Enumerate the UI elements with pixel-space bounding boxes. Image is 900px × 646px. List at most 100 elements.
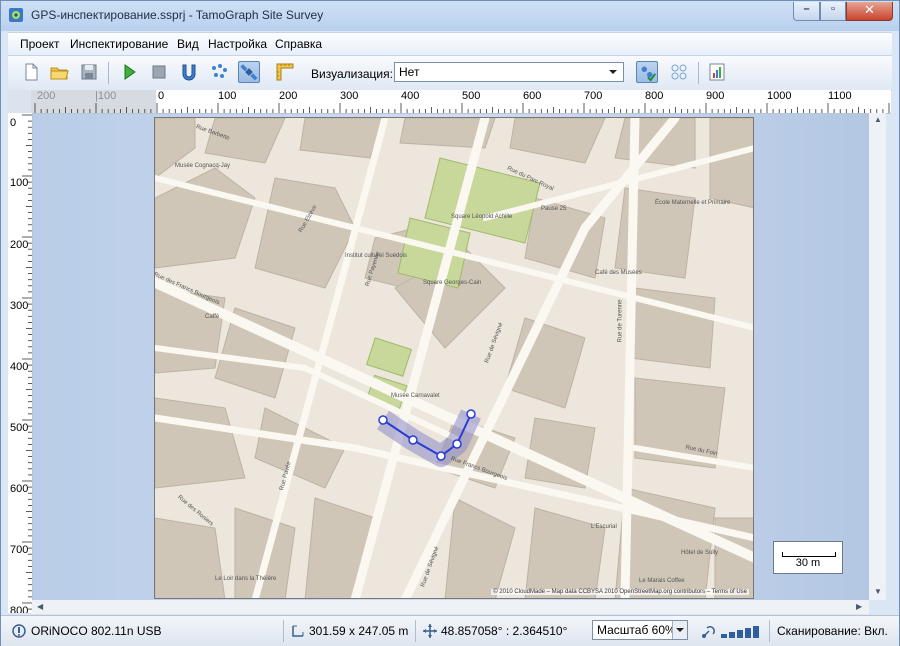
menu-project[interactable]: Проект [20, 37, 60, 51]
ruler-label: 500 [462, 90, 481, 102]
menu-survey[interactable]: Инспектирование [70, 37, 168, 51]
minimize-icon: – [803, 3, 810, 15]
map-place-label: Le Marais Coffee [639, 578, 685, 584]
ruler-label: 100 [10, 177, 29, 189]
ruler-label: 800 [645, 90, 664, 102]
ruler-label: |100 [95, 90, 117, 102]
map-place-label: Caffè [205, 314, 220, 320]
signal-bar [737, 630, 743, 638]
map-attribution: © 2010 CloudMade – Map data CCBYSA 2010 … [491, 589, 749, 595]
play-icon [124, 64, 136, 80]
open-project-button[interactable] [48, 61, 70, 83]
ruler-label: 700 [584, 90, 603, 102]
dots-icon [212, 64, 227, 78]
status-separator [283, 620, 284, 642]
map-place-label: Square Georges-Cain [423, 280, 482, 286]
close-button[interactable]: ✕ [846, 2, 893, 21]
horizontal-scrollbar[interactable]: ◀ ▶ [32, 600, 869, 614]
ruler-label: 1000 [767, 90, 792, 102]
ruler-label: 400 [401, 90, 420, 102]
ruler-label: 200 [279, 90, 298, 102]
map-place-label: Square Léopold Achille [451, 214, 513, 220]
ruler-vertical: 0 100 200 300 400 500 600 700 800 [8, 113, 33, 613]
passive-survey-button[interactable] [178, 61, 200, 83]
menu-settings[interactable]: Настройка [208, 37, 267, 51]
ruler-label: 0 [10, 117, 17, 129]
show-points-button[interactable] [636, 61, 658, 83]
stop-icon [152, 65, 166, 79]
map-street-label: Rue de Turenne [617, 299, 624, 343]
vertical-scrollbar[interactable]: ▲ ▼ [869, 113, 886, 600]
ruler-label: 0 [158, 90, 165, 102]
open-folder-icon [50, 67, 69, 80]
map-place-label: Musée Carnavalet [391, 393, 440, 399]
calibrate-button[interactable] [274, 61, 296, 83]
close-icon: ✕ [864, 2, 875, 17]
report-chart-icon [709, 63, 725, 81]
zoom-value: Масштаб 60% [597, 623, 676, 637]
signal-bar [745, 628, 751, 638]
stop-survey-button[interactable] [148, 61, 170, 83]
report-button[interactable] [706, 61, 728, 83]
chevron-down-icon [676, 628, 684, 632]
save-disk-icon [81, 64, 97, 80]
chevron-down-icon [609, 70, 617, 74]
ruler-label: 200 [37, 90, 56, 102]
signal-bar [753, 626, 759, 638]
menu-view[interactable]: Вид [177, 37, 199, 51]
ruler-label: 100 [218, 90, 237, 102]
zoom-select[interactable]: Масштаб 60% [592, 620, 688, 640]
maximize-button[interactable]: ▫ [820, 2, 846, 21]
map-dimensions: 301.59 x 247.05 m [309, 624, 409, 638]
save-project-button[interactable] [78, 61, 100, 83]
menu-help[interactable]: Справка [275, 37, 322, 51]
map-place-label: Pause 25 [541, 206, 567, 212]
scroll-down-icon[interactable]: ▼ [874, 587, 882, 596]
status-separator [415, 620, 416, 642]
scroll-left-icon[interactable]: ◀ [37, 602, 43, 611]
map-drawing [155, 118, 753, 598]
satellite-icon [240, 64, 258, 81]
map-image[interactable]: Musée Cognacq-Jay Square Léopold Achille… [154, 117, 754, 599]
adapter-name: ORiNOCO 802.11n USB [31, 624, 162, 638]
ruler-label: 1100 [828, 90, 852, 102]
visualization-select[interactable]: Нет [394, 62, 624, 82]
ruler-icon [276, 63, 294, 81]
new-project-button[interactable] [20, 61, 42, 83]
show-aps-button[interactable] [668, 61, 690, 83]
survey-canvas[interactable]: Musée Cognacq-Jay Square Léopold Achille… [33, 114, 869, 600]
title-bar: GPS-инспектирование.ssprj - TamoGraph Si… [1, 1, 899, 31]
map-scale: 30 m [773, 541, 843, 574]
map-place-label: L'Escurial [591, 524, 617, 530]
ruler-horizontal: 200 |100 0 100 200 300 400 500 600 700 8… [31, 90, 891, 114]
map-place-label: École Maternelle et Primaire [655, 200, 731, 206]
maximize-icon: ▫ [831, 3, 835, 15]
ruler-label: 300 [10, 300, 29, 312]
map-place-label: Hôtel de Sully [681, 550, 719, 556]
toolbar-separator [698, 62, 699, 84]
new-document-icon [25, 63, 38, 81]
ruler-label: 600 [10, 483, 29, 495]
menu-bar: Проект Инспектирование Вид Настройка Спр… [8, 32, 892, 55]
minimize-button[interactable]: – [793, 2, 820, 21]
start-survey-button[interactable] [118, 61, 140, 83]
status-separator [769, 620, 770, 642]
toolbar: Визуализация: Нет [8, 55, 892, 91]
signal-antenna-icon [702, 626, 715, 638]
active-survey-button[interactable] [208, 61, 230, 83]
scroll-right-icon[interactable]: ▶ [856, 602, 862, 611]
ruler-label: 700 [10, 544, 29, 556]
gps-mode-button[interactable] [238, 61, 260, 83]
window-title: GPS-инспектирование.ssprj - TamoGraph Si… [31, 8, 324, 22]
scroll-up-icon[interactable]: ▲ [874, 115, 882, 124]
map-place-label: Musée Cognacq-Jay [175, 163, 231, 169]
crosshair-icon [423, 624, 437, 638]
wifi-adapter-icon [12, 624, 26, 638]
status-bar: ORiNOCO 802.11n USB 301.59 x 247.05 m 48… [1, 615, 899, 646]
ruler-label: 900 [706, 90, 725, 102]
app-window: GPS-инспектирование.ssprj - TamoGraph Si… [0, 0, 900, 646]
scale-label: 30 m [795, 557, 821, 569]
gps-coordinates: 48.857058° : 2.364510° [441, 624, 568, 638]
ruler-label: 500 [10, 422, 29, 434]
zoom-dropdown[interactable] [672, 621, 687, 639]
